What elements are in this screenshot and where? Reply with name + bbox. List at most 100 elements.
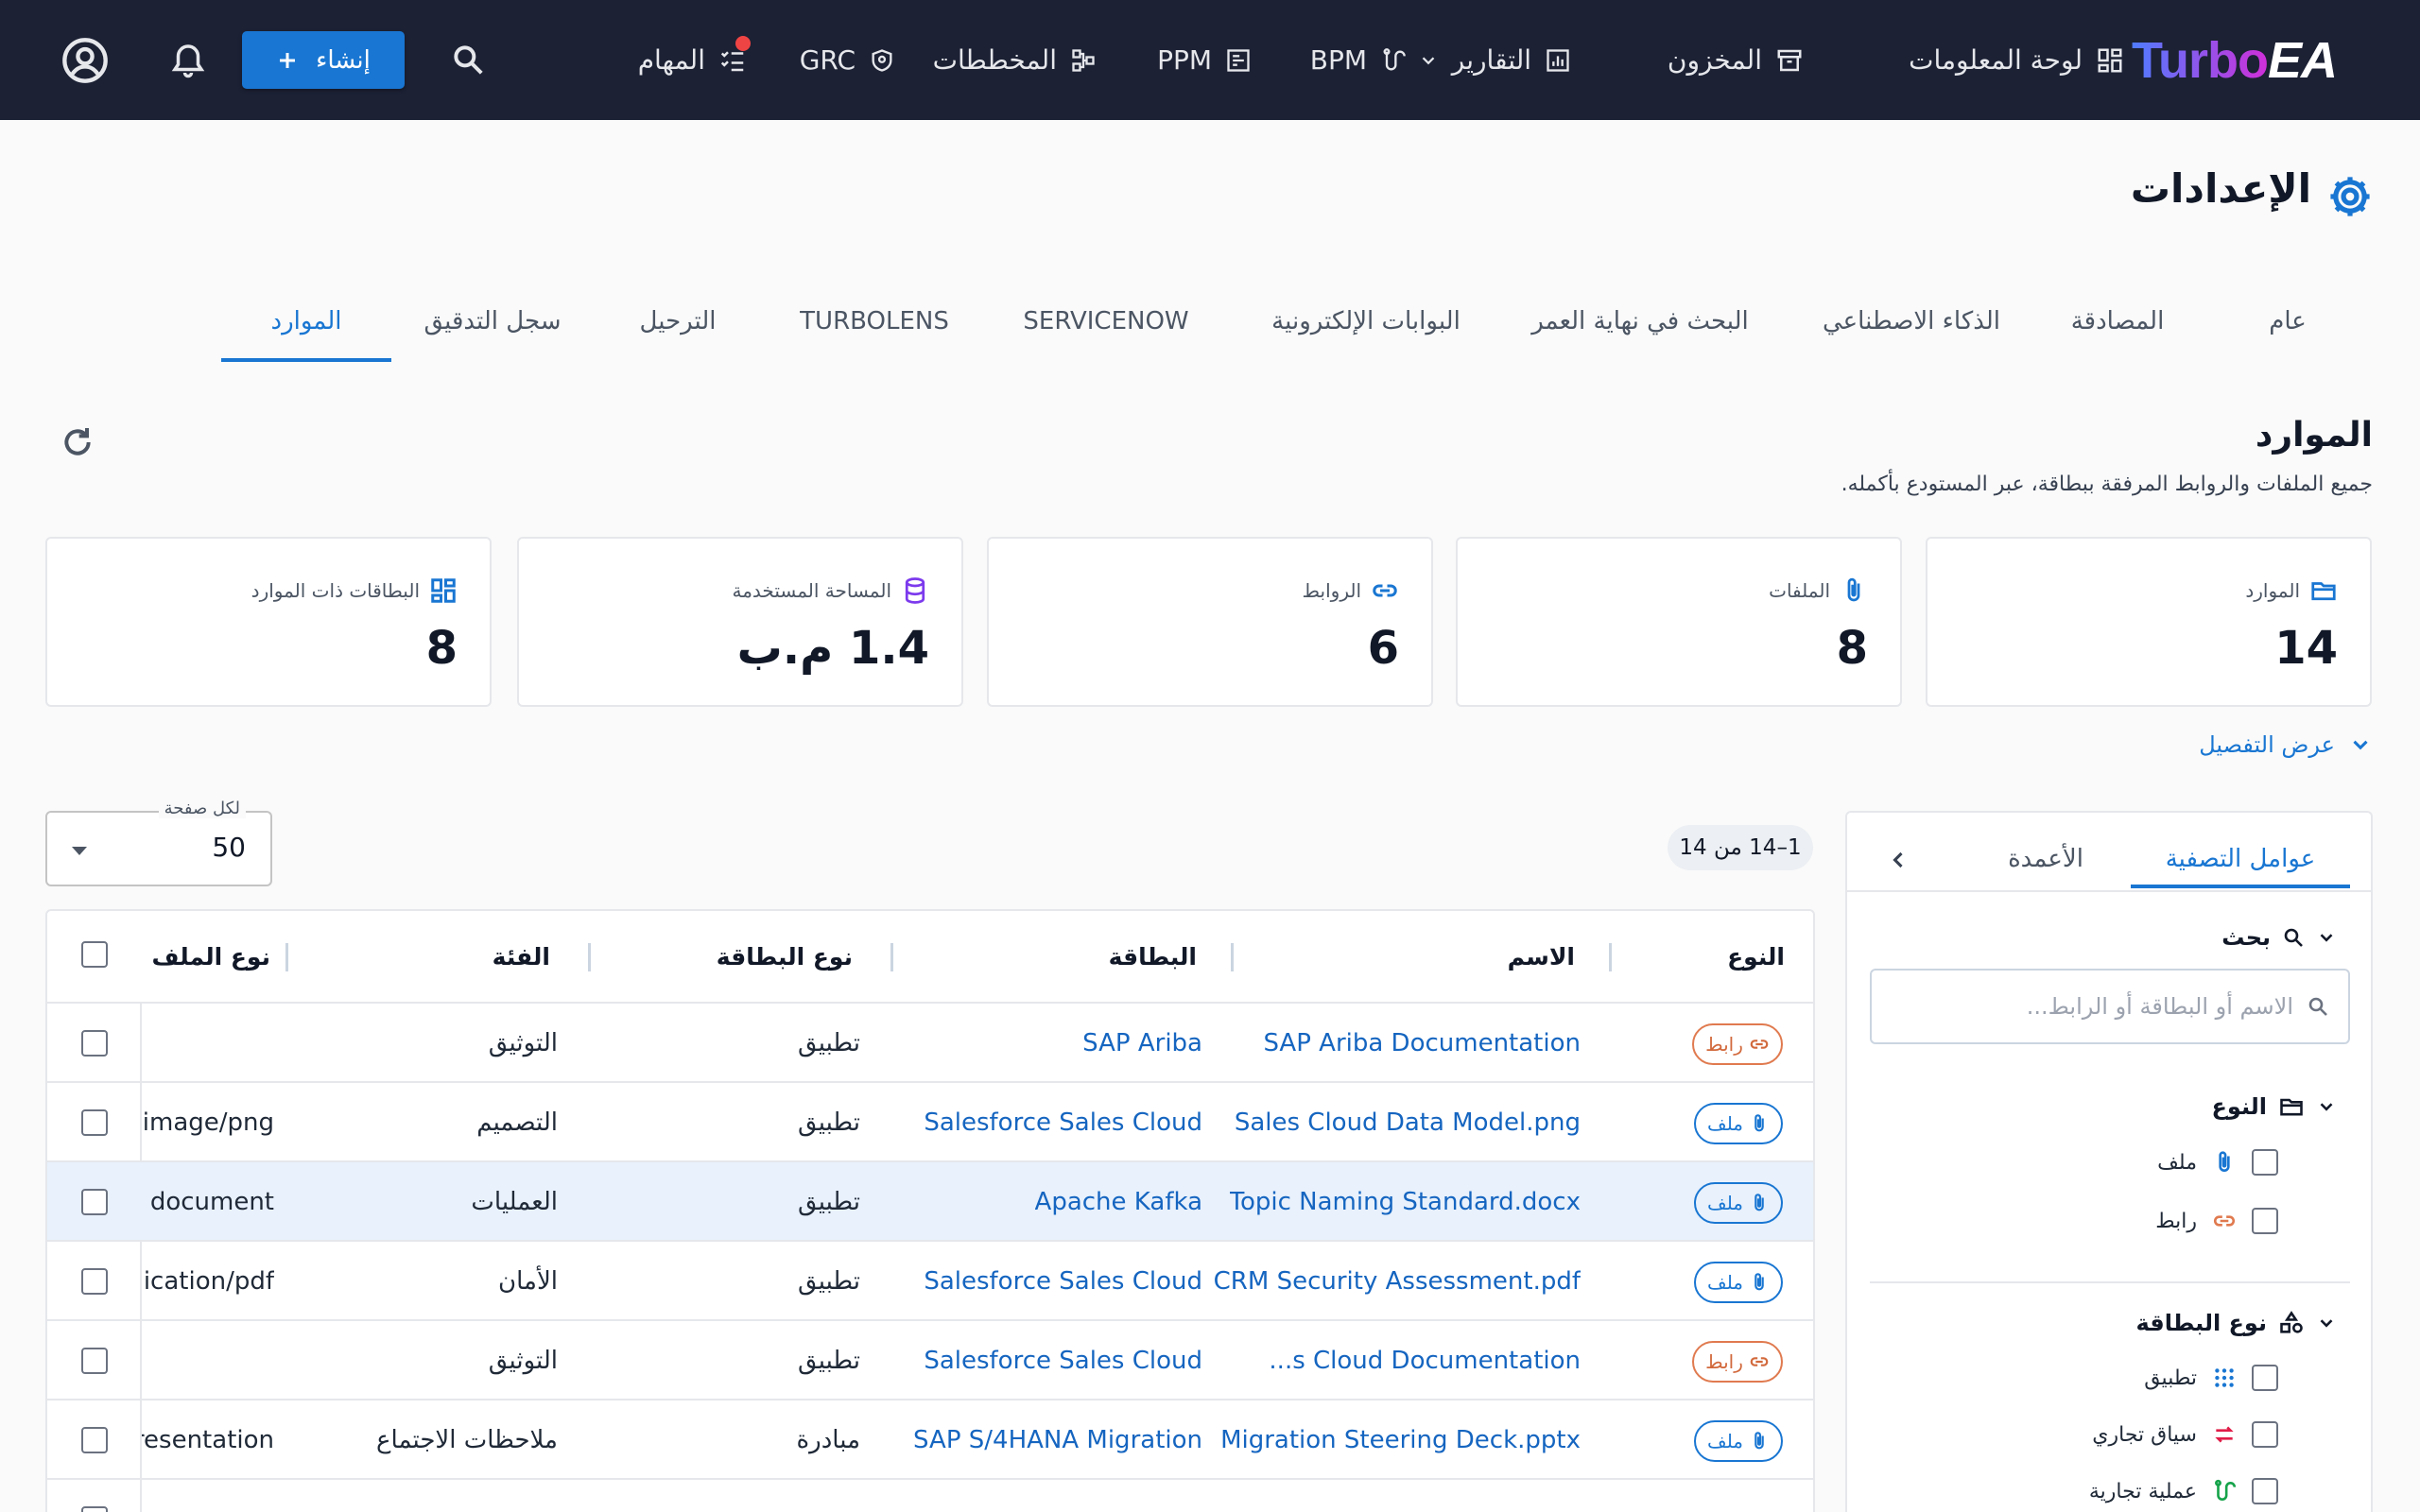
tab-turbolens[interactable]: TURBOLENS bbox=[790, 284, 959, 359]
stat-value: 14 bbox=[2274, 622, 2338, 675]
chevron-down-icon bbox=[2320, 1103, 2333, 1111]
type-section-header[interactable]: النوع bbox=[2212, 1093, 2337, 1120]
resource-name-link[interactable]: Topic Naming Standard.docx bbox=[1230, 1162, 1581, 1242]
checkbox[interactable] bbox=[2252, 1478, 2278, 1504]
checkbox[interactable] bbox=[2252, 1208, 2278, 1234]
select-all-checkbox[interactable] bbox=[81, 941, 108, 968]
type-chip-label: ملف bbox=[1706, 1192, 1744, 1214]
card-type-option-label: عملية تجارية bbox=[2088, 1479, 2197, 1503]
table-row[interactable]: ملف Topic Naming Standard.docx Apache Ka… bbox=[47, 1160, 1813, 1242]
app-logo[interactable]: Turbo EA bbox=[2132, 28, 2377, 93]
table-row[interactable]: ملف CRM Security Assessment.pdf Salesfor… bbox=[47, 1240, 1813, 1321]
tab-ai[interactable]: الذكاء الاصطناعي bbox=[1800, 284, 2023, 359]
nav-diagrams-label: المخططات bbox=[932, 44, 1057, 76]
card-link[interactable]: SAP S/4HANA Migration bbox=[913, 1400, 1202, 1480]
tab-authentication[interactable]: المصادقة bbox=[2051, 284, 2184, 359]
notifications-button[interactable] bbox=[168, 40, 208, 79]
card-link[interactable]: Salesforce Sales Cloud bbox=[924, 1321, 1202, 1400]
tab-columns[interactable]: الأعمدة bbox=[1979, 832, 2112, 886]
search-section-header[interactable]: بحث bbox=[2221, 924, 2337, 951]
nav-diagrams[interactable]: المخططات bbox=[933, 0, 1097, 120]
refresh-button[interactable] bbox=[59, 423, 96, 461]
tab-general[interactable]: عام bbox=[2231, 284, 2344, 359]
user-account-button[interactable] bbox=[60, 36, 110, 85]
project-icon bbox=[1227, 48, 1250, 72]
tab-migration[interactable]: الترحيل bbox=[624, 284, 732, 359]
filters-tab-indicator bbox=[2131, 885, 2350, 888]
row-checkbox[interactable] bbox=[81, 1109, 108, 1136]
resource-name-link[interactable]: Migration Steering Deck.pptx bbox=[1220, 1400, 1581, 1480]
type-option-file[interactable]: ملف bbox=[2157, 1149, 2278, 1176]
card-type-option-application[interactable]: تطبيق bbox=[2144, 1365, 2278, 1391]
row-checkbox[interactable] bbox=[81, 1427, 108, 1453]
row-checkbox[interactable] bbox=[81, 1268, 108, 1295]
column-header-file-type[interactable]: نوع الملف bbox=[142, 911, 270, 1002]
dashboard-icon bbox=[431, 578, 456, 603]
nav-dashboard-label: لوحة المعلومات bbox=[1909, 44, 2083, 76]
nav-grc[interactable]: GRC bbox=[800, 0, 895, 120]
card-type-option-business-context[interactable]: سياق تجاري bbox=[2092, 1421, 2278, 1448]
panel-divider bbox=[1847, 890, 2371, 892]
nav-bpm[interactable]: BPM bbox=[1310, 0, 1407, 120]
search-button[interactable] bbox=[450, 42, 486, 77]
column-header-category[interactable]: الفئة bbox=[493, 911, 550, 1002]
card-link[interactable]: Salesforce Sales Cloud bbox=[924, 1242, 1202, 1321]
resource-search-input[interactable]: الاسم أو البطاقة أو الرابط... bbox=[1870, 969, 2350, 1044]
create-button[interactable]: إنشاء bbox=[242, 31, 405, 89]
rows-per-page-select[interactable]: لكل صفحة 50 bbox=[45, 799, 272, 886]
checkbox[interactable] bbox=[2252, 1149, 2278, 1176]
checkbox[interactable] bbox=[2252, 1365, 2278, 1391]
card-type-section-header[interactable]: نوع البطاقة bbox=[2135, 1310, 2337, 1336]
checkbox[interactable] bbox=[2252, 1421, 2278, 1448]
paperclip-icon bbox=[2219, 1151, 2230, 1172]
column-header-card-type[interactable]: نوع البطاقة bbox=[717, 911, 853, 1002]
resource-name-link[interactable]: SAP Ariba Documentation bbox=[1263, 1004, 1581, 1083]
link-icon bbox=[1750, 1040, 1769, 1049]
stat-card-cards-with-resources: البطاقات ذات الموارد 8 bbox=[45, 537, 492, 707]
table-row[interactable]: رابط SAP Ariba Documentation SAP Ariba ت… bbox=[47, 1002, 1813, 1083]
table-row[interactable]: رابط ...s Cloud Documentation Salesforce… bbox=[47, 1319, 1813, 1400]
type-chip-file: ملف bbox=[1694, 1420, 1783, 1462]
nav-ppm[interactable]: PPM bbox=[1157, 0, 1252, 120]
table-row[interactable] bbox=[47, 1478, 1813, 1512]
card-type-cell: تطبيق bbox=[798, 1347, 860, 1375]
result-count: 1–14 من 14 bbox=[1668, 825, 1813, 870]
nav-dashboard[interactable]: لوحة المعلومات bbox=[1909, 0, 2124, 120]
chevron-down-icon bbox=[2320, 1319, 2333, 1328]
card-type-option-business-process[interactable]: عملية تجارية bbox=[2089, 1478, 2278, 1504]
tab-audit-log[interactable]: سجل التدقيق bbox=[412, 284, 573, 359]
column-header-name[interactable]: الاسم bbox=[1508, 911, 1575, 1002]
resource-name-link[interactable]: CRM Security Assessment.pdf bbox=[1214, 1242, 1581, 1321]
category-cell: التوثيق bbox=[488, 1029, 558, 1057]
card-link[interactable]: SAP Ariba bbox=[1082, 1004, 1202, 1083]
nav-reports[interactable]: التقارير bbox=[1418, 0, 1571, 120]
table-row[interactable]: ملف Sales Cloud Data Model.png Salesforc… bbox=[47, 1081, 1813, 1162]
type-option-link[interactable]: رابط bbox=[2155, 1208, 2278, 1234]
nav-tasks[interactable]: المهام bbox=[638, 0, 751, 120]
resource-name-link[interactable]: Sales Cloud Data Model.png bbox=[1235, 1083, 1581, 1162]
card-link[interactable]: Salesforce Sales Cloud bbox=[924, 1083, 1202, 1162]
stat-card-storage-used: المساحة المستخدمة 1.4 م.ب bbox=[517, 537, 963, 707]
table-row[interactable]: ملف Migration Steering Deck.pptx SAP S/4… bbox=[47, 1399, 1813, 1480]
column-header-card[interactable]: البطاقة bbox=[1109, 911, 1197, 1002]
search-section-title: بحث bbox=[2221, 924, 2271, 951]
tab-servicenow[interactable]: SERVICENOW bbox=[1011, 284, 1201, 359]
tab-filters[interactable]: عوامل التصفية bbox=[2131, 832, 2350, 886]
link-icon bbox=[2213, 1215, 2236, 1227]
row-checkbox[interactable] bbox=[81, 1030, 108, 1057]
resource-name-link[interactable]: ...s Cloud Documentation bbox=[1269, 1321, 1581, 1400]
tab-resources[interactable]: الموارد bbox=[221, 284, 391, 359]
file-type-cell: image/png bbox=[142, 1108, 274, 1137]
nav-inventory[interactable]: المخزون bbox=[1668, 0, 1804, 120]
type-chip-link: رابط bbox=[1692, 1023, 1783, 1065]
row-checkbox[interactable] bbox=[81, 1506, 108, 1512]
show-details-toggle[interactable]: عرض التفصيل bbox=[2199, 731, 2373, 758]
row-checkbox[interactable] bbox=[81, 1189, 108, 1215]
collapse-panel-button[interactable] bbox=[1885, 847, 1911, 873]
column-header-type[interactable]: النوع bbox=[1727, 911, 1785, 1002]
card-link[interactable]: Apache Kafka bbox=[1035, 1162, 1202, 1242]
column-separator bbox=[1609, 943, 1612, 971]
tab-web-portals[interactable]: البوابات الإلكترونية bbox=[1246, 284, 1486, 359]
tab-eol-search[interactable]: البحث في نهاية العمر bbox=[1512, 284, 1768, 359]
row-checkbox[interactable] bbox=[81, 1348, 108, 1374]
